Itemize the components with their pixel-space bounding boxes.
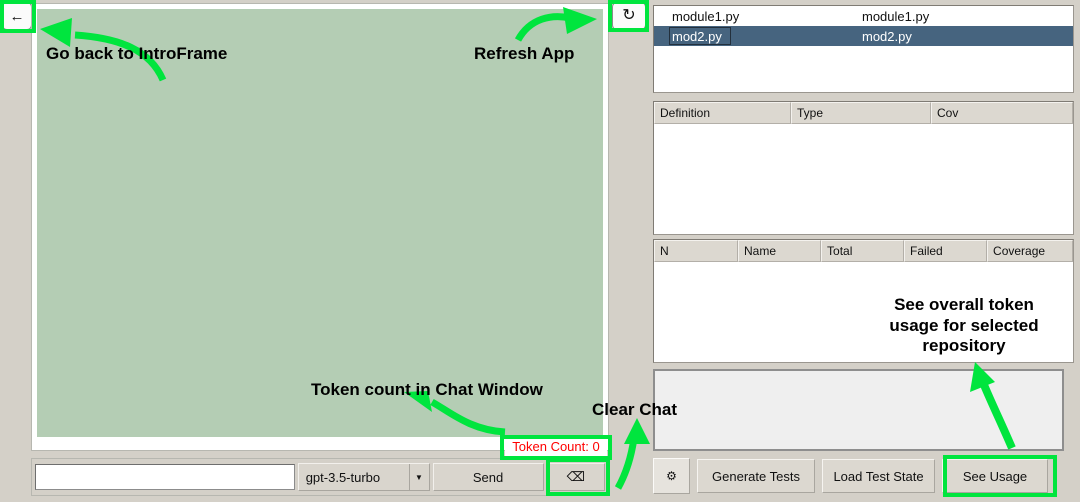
settings-button[interactable]: ⚙ [653, 458, 690, 494]
back-button[interactable]: ← [2, 2, 32, 30]
model-select-value: gpt-3.5-turbo [305, 469, 381, 485]
focus-outline [669, 26, 731, 45]
chat-pane: ← ↻ Token Count: 0 gpt-3.5-turbo ▼ Send … [0, 0, 649, 502]
column-header-cov[interactable]: Cov [931, 102, 1073, 124]
chevron-down-icon[interactable]: ▼ [408, 464, 429, 490]
token-count-label: Token Count: 0 [505, 438, 607, 456]
backspace-icon: ⌫ [566, 469, 585, 484]
clear-chat-button[interactable]: ⌫ [546, 463, 605, 491]
refresh-app-button[interactable]: ↻ [612, 2, 646, 30]
column-header-name[interactable]: Name [738, 240, 822, 262]
test-results-table: N Name Total Failed Coverage [653, 239, 1074, 363]
gear-icon: ⚙ [666, 469, 677, 483]
chat-input-bar: gpt-3.5-turbo ▼ Send ⌫ [31, 458, 609, 496]
file-path: module1.py [862, 8, 930, 24]
chat-input[interactable] [35, 464, 295, 490]
see-usage-button[interactable]: See Usage [942, 459, 1048, 493]
definition-table: Definition Type Cov [653, 101, 1074, 235]
refresh-icon: ↻ [622, 7, 636, 24]
file-name: module1.py [672, 8, 740, 24]
column-header-type[interactable]: Type [791, 102, 931, 124]
list-item[interactable]: mod2.py mod2.py [654, 26, 1073, 46]
file-list[interactable]: module1.py module1.py mod2.py mod2.py [653, 5, 1074, 93]
arrow-left-icon: ← [9, 7, 25, 25]
application-window: ← ↻ Token Count: 0 gpt-3.5-turbo ▼ Send … [0, 0, 1080, 502]
action-button-row: ⚙ Generate Tests Load Test State See Usa… [653, 456, 1074, 496]
column-header-definition[interactable]: Definition [654, 102, 791, 124]
table-header-row: N Name Total Failed Coverage [654, 240, 1073, 262]
model-select[interactable]: gpt-3.5-turbo ▼ [297, 463, 430, 491]
generate-tests-button[interactable]: Generate Tests [697, 459, 815, 493]
column-header-failed[interactable]: Failed [904, 240, 988, 262]
table-header-row: Definition Type Cov [654, 102, 1073, 124]
load-test-state-button[interactable]: Load Test State [822, 459, 935, 493]
repository-pane: module1.py module1.py mod2.py mod2.py De… [649, 0, 1080, 502]
usage-output-box[interactable] [653, 369, 1064, 451]
file-name: mod2.py [669, 26, 862, 45]
column-header-n[interactable]: N [654, 240, 738, 262]
column-header-coverage[interactable]: Coverage [987, 240, 1073, 262]
file-path: mod2.py [862, 28, 912, 44]
list-item[interactable]: module1.py module1.py [654, 6, 1073, 26]
send-button[interactable]: Send [432, 463, 544, 491]
column-header-total[interactable]: Total [821, 240, 905, 262]
chat-window[interactable] [37, 9, 603, 437]
